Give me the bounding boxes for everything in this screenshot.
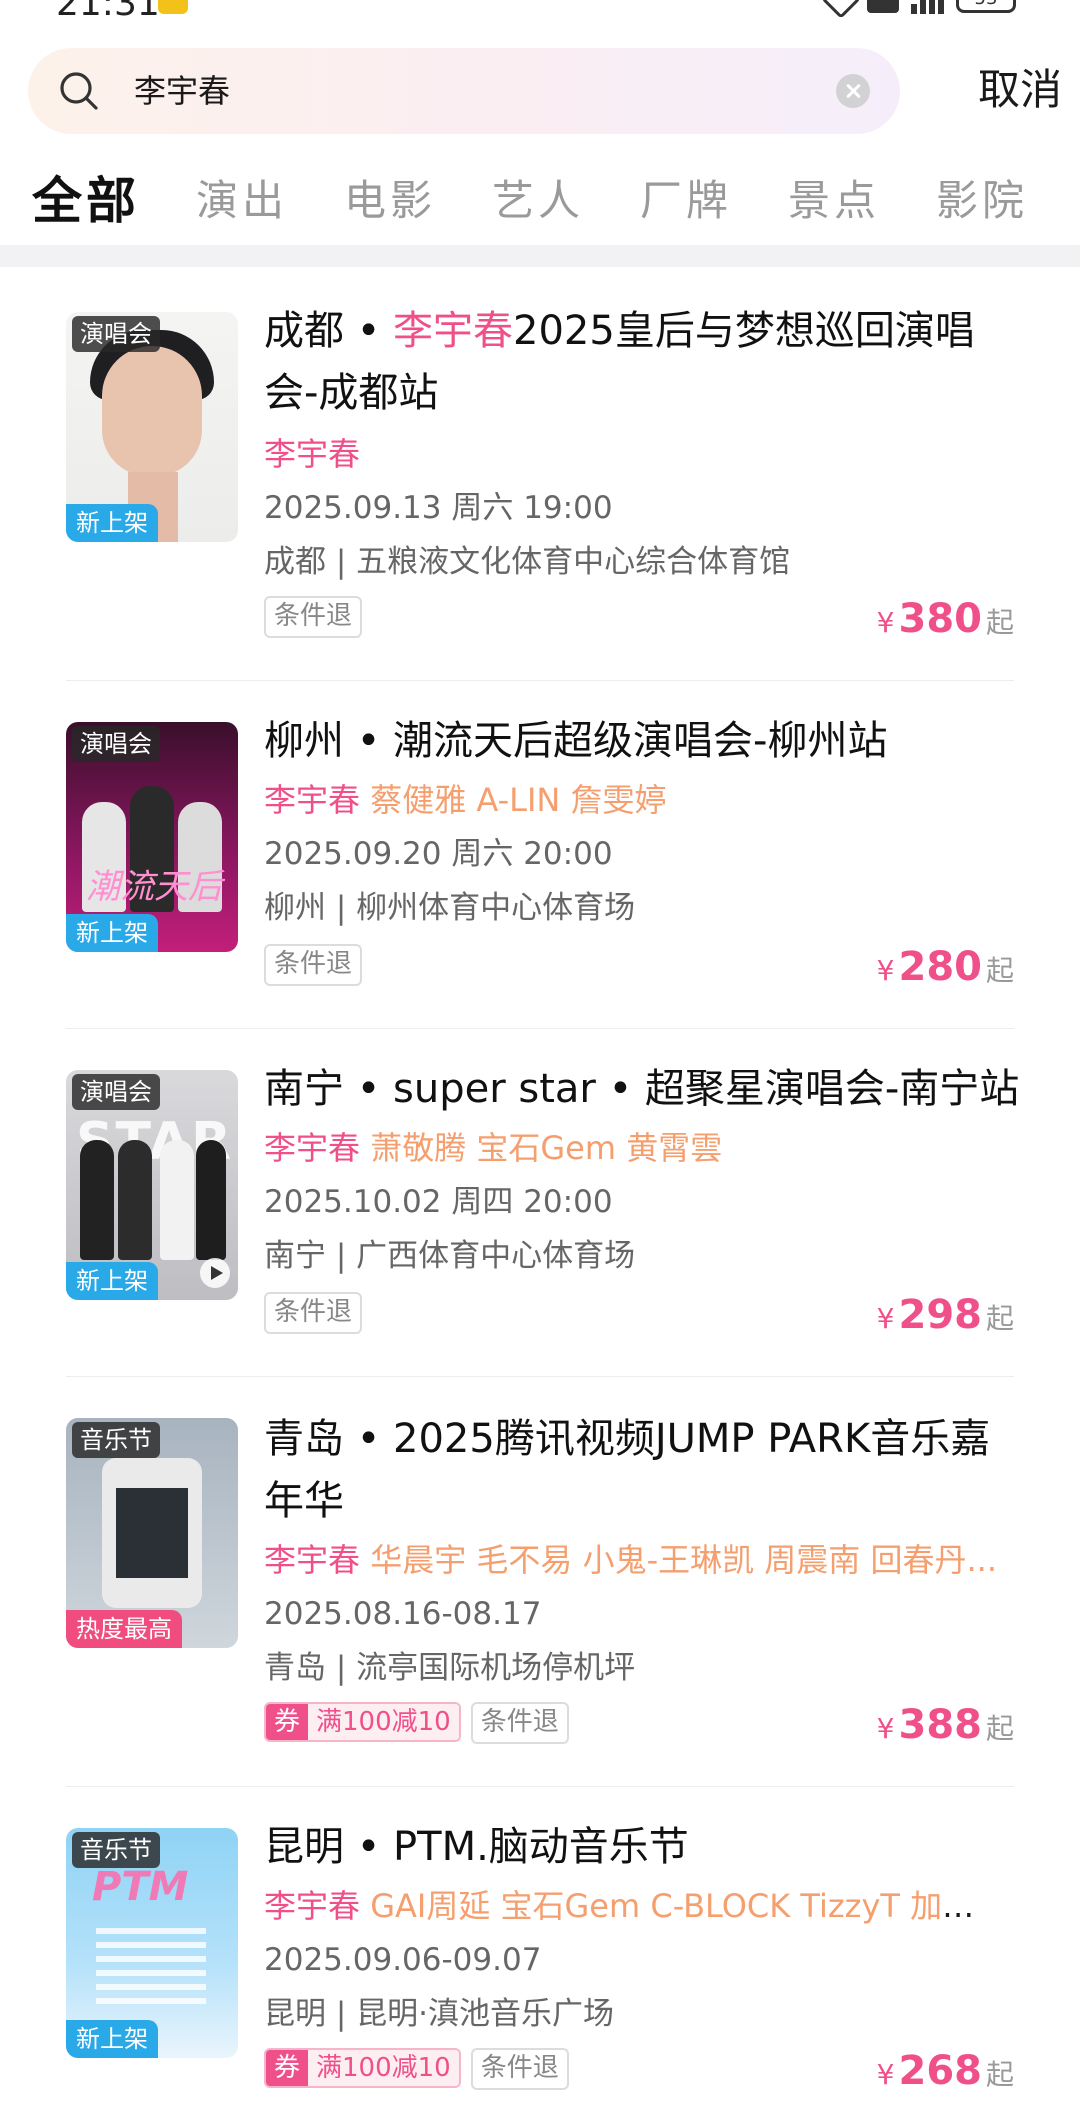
event-venue: 成都 | 五粮液文化体育中心综合体育馆 <box>264 544 791 580</box>
event-title: 青岛 • 2025腾讯视频JUMP PARK音乐嘉年华 <box>264 1416 991 1524</box>
price: ¥280 起 <box>876 944 1014 990</box>
search-row: 李宇春 取消 <box>28 48 1062 134</box>
event-datetime: 2025.09.20 周六 20:00 <box>264 836 613 872</box>
poster-image: 潮流天后 演唱会 新上架 <box>66 722 238 952</box>
item-separator <box>66 680 1014 681</box>
category-tag: 音乐节 <box>72 1422 160 1458</box>
category-tabs: 全部 演出 电影 艺人 厂牌 景点 影院 <box>0 166 1080 240</box>
coupon-text: 满100减10 <box>308 1704 459 1740</box>
event-datetime: 2025.09.06-09.07 <box>264 1942 542 1978</box>
poster-image: 演唱会 新上架 <box>66 312 238 542</box>
artist-list: 李宇春 GAI周延 宝石Gem C-BLOCK TizzyT 加木... <box>264 1887 1004 1925</box>
refund-tag: 条件退 <box>264 596 363 638</box>
item-separator <box>66 1028 1014 1029</box>
cancel-button[interactable]: 取消 <box>978 62 1062 118</box>
refund-tag: 条件退 <box>470 1702 569 1744</box>
tab-shows[interactable]: 演出 <box>196 166 288 236</box>
event-venue: 青岛 | 流亭国际机场停机坪 <box>264 1650 636 1686</box>
tab-artists[interactable]: 艺人 <box>492 166 584 236</box>
coupon-tag[interactable]: 券 满100减10 <box>264 2048 461 2088</box>
event-venue: 柳州 | 柳州体育中心体育场 <box>264 890 636 926</box>
coupon-icon: 券 <box>266 2050 309 2086</box>
event-title: 南宁 • super star • 超聚星演唱会-南宁站 <box>264 1066 1020 1112</box>
category-tag: 演唱会 <box>72 316 160 352</box>
coupon-text: 满100减10 <box>308 2050 459 2086</box>
status-bar: 21:31 ·· 53 <box>0 0 1080 30</box>
price: ¥388 起 <box>876 1702 1014 1748</box>
search-query: 李宇春 <box>134 72 231 110</box>
hottest-badge: 热度最高 <box>66 1610 182 1648</box>
price: ¥268 起 <box>876 2048 1014 2094</box>
event-datetime: 2025.10.02 周四 20:00 <box>264 1184 613 1220</box>
tab-labels[interactable]: 厂牌 <box>640 166 732 236</box>
category-tag: 演唱会 <box>72 726 160 762</box>
new-listing-badge: 新上架 <box>66 2020 158 2058</box>
section-divider <box>0 245 1080 267</box>
more-notifications-icon: ·· <box>203 0 221 13</box>
item-separator <box>66 1786 1014 1787</box>
poster-image: 音乐节 热度最高 <box>66 1418 238 1648</box>
artist-list: 李宇春 华晨宇 毛不易 小鬼-王琳凯 周震南 回春丹... <box>264 1541 998 1579</box>
coupon-icon: 券 <box>266 1704 309 1740</box>
price: ¥380 起 <box>876 596 1014 642</box>
event-datetime: 2025.09.13 周六 19:00 <box>264 490 613 526</box>
play-video-icon[interactable] <box>200 1258 230 1288</box>
tab-cinemas[interactable]: 影院 <box>936 166 1028 236</box>
new-listing-badge: 新上架 <box>66 1262 158 1300</box>
bluetooth-icon <box>821 0 861 19</box>
clear-search-icon[interactable] <box>836 74 870 108</box>
battery-icon: 53 <box>956 0 1016 13</box>
poster-image: STAR 演唱会 新上架 <box>66 1070 238 1300</box>
app-notification-icon <box>158 0 188 14</box>
category-tag: 音乐节 <box>72 1832 160 1868</box>
event-venue: 南宁 | 广西体育中心体育场 <box>264 1238 636 1274</box>
event-title: 成都 • 李宇春2025皇后与梦想巡回演唱会-成都站 <box>264 308 975 416</box>
poster-image: PTM 音乐节 新上架 <box>66 1828 238 2058</box>
coupon-tag[interactable]: 券 满100减10 <box>264 1702 461 1742</box>
refund-tag: 条件退 <box>264 1292 363 1334</box>
refund-tag: 条件退 <box>470 2048 569 2090</box>
item-separator <box>66 1376 1014 1377</box>
search-icon <box>60 72 98 110</box>
event-title: 柳州 • 潮流天后超级演唱会-柳州站 <box>264 718 888 764</box>
artist-list: 李宇春 萧敬腾 宝石Gem 黄霄雲 <box>264 1129 723 1167</box>
new-listing-badge: 新上架 <box>66 914 158 952</box>
hd-icon <box>867 0 899 13</box>
new-listing-badge: 新上架 <box>66 504 158 542</box>
category-tag: 演唱会 <box>72 1074 160 1110</box>
search-input[interactable]: 李宇春 <box>28 48 900 134</box>
status-time: 21:31 <box>56 0 160 24</box>
artist-list: 李宇春 蔡健雅 A-LIN 詹雯婷 <box>264 781 667 819</box>
signal-icon <box>911 0 944 14</box>
event-title: 昆明 • PTM.脑动音乐节 <box>264 1824 689 1870</box>
tab-attractions[interactable]: 景点 <box>788 166 880 236</box>
artist-list: 李宇春 <box>264 435 361 473</box>
event-venue: 昆明 | 昆明·滇池音乐广场 <box>264 1996 615 2032</box>
tab-all[interactable]: 全部 <box>32 166 140 236</box>
refund-tag: 条件退 <box>264 944 363 986</box>
tab-movies[interactable]: 电影 <box>344 166 436 236</box>
price: ¥298 起 <box>876 1292 1014 1338</box>
event-datetime: 2025.08.16-08.17 <box>264 1596 542 1632</box>
